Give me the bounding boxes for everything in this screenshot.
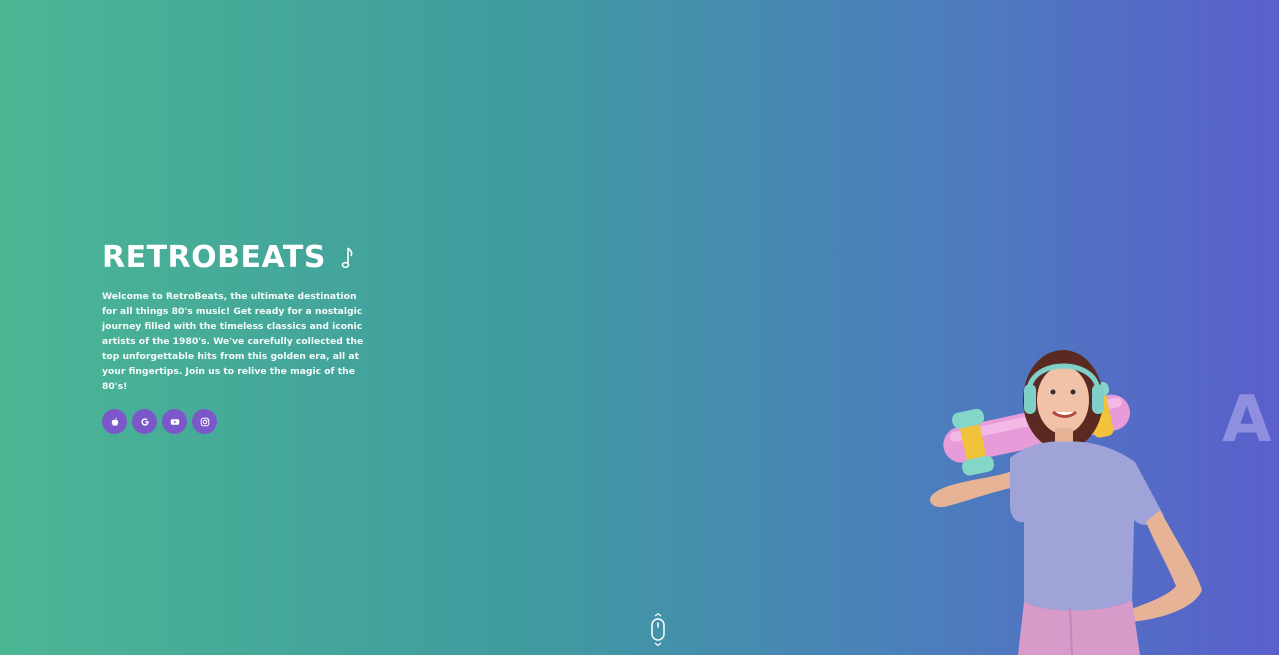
- google-icon: [140, 412, 150, 431]
- hero-model-image: [920, 340, 1220, 655]
- decorative-letter: A: [1222, 383, 1272, 457]
- hero-description: Welcome to RetroBeats, the ultimate dest…: [102, 291, 364, 392]
- social-links: [102, 409, 372, 434]
- youtube-icon: [170, 412, 180, 431]
- title-row: RETROBEATS: [102, 238, 372, 278]
- instagram-button[interactable]: [192, 409, 217, 434]
- youtube-button[interactable]: [162, 409, 187, 434]
- apple-icon: [110, 412, 120, 431]
- instagram-icon: [200, 412, 210, 431]
- page-title: RETROBEATS: [102, 240, 326, 275]
- music-note-icon: [340, 246, 354, 270]
- mouse-scroll-icon[interactable]: [649, 613, 667, 647]
- hero-content: RETROBEATS Welcome to RetroBeats, the ul…: [102, 238, 372, 434]
- hero-section: RETROBEATS Welcome to RetroBeats, the ul…: [0, 0, 1279, 655]
- apple-button[interactable]: [102, 409, 127, 434]
- google-button[interactable]: [132, 409, 157, 434]
